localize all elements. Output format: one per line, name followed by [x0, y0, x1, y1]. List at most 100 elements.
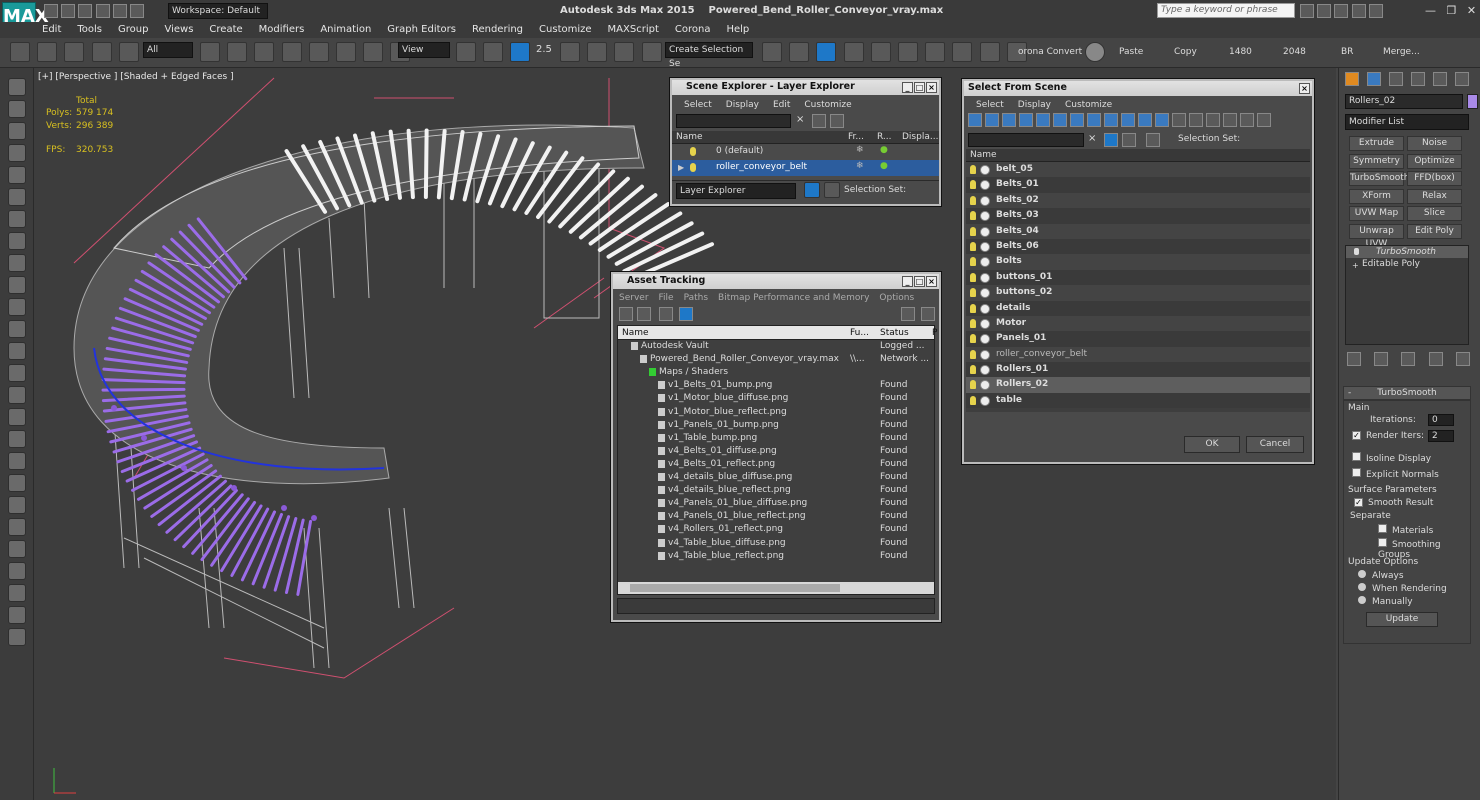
redo-icon[interactable] — [37, 42, 58, 62]
curve-editor-icon[interactable] — [870, 42, 891, 62]
schematic-view-icon[interactable] — [897, 42, 918, 62]
object-list-item[interactable]: Motor — [966, 315, 1310, 332]
asset-row[interactable]: Autodesk Vault Logged ... — [618, 340, 934, 353]
scale-icon[interactable] — [363, 42, 384, 62]
render-sphere-icon[interactable] — [8, 562, 26, 580]
modifier-list-dropdown[interactable]: Modifier List — [1345, 114, 1469, 130]
find-icon[interactable] — [812, 114, 826, 128]
materials-checkbox[interactable] — [1378, 524, 1387, 533]
asset-row[interactable]: v4_Panels_01_blue_diffuse.png Found — [618, 497, 934, 510]
modifier-button-optimize[interactable]: Optimize — [1407, 153, 1462, 169]
show-end-result-icon[interactable] — [1374, 352, 1389, 366]
object-list-item[interactable]: Belts_06 — [966, 238, 1310, 255]
filter-all-icon[interactable] — [1172, 113, 1186, 127]
helmet-icon[interactable] — [8, 210, 26, 228]
maximize-icon[interactable]: □ — [914, 276, 925, 287]
disc-icon[interactable] — [8, 386, 26, 404]
cancel-button[interactable]: Cancel — [1246, 436, 1304, 453]
texture-icon[interactable] — [8, 540, 26, 558]
asset-row[interactable]: v1_Belts_01_bump.png Found — [618, 379, 934, 392]
object-list-item[interactable]: details — [966, 300, 1310, 316]
display-tab-icon[interactable] — [1433, 72, 1447, 86]
sfs-menu-customize[interactable]: Customize — [1065, 100, 1112, 110]
asset-row[interactable]: v4_Table_blue_diffuse.png Found — [618, 537, 934, 550]
height-value[interactable]: 2048 — [1283, 47, 1306, 57]
light-bulb-icon[interactable] — [1354, 248, 1359, 255]
move-icon[interactable] — [308, 42, 329, 62]
sfs-search-input[interactable] — [968, 133, 1084, 147]
mirror-icon[interactable] — [762, 42, 782, 62]
light-bulb-icon[interactable] — [8, 166, 26, 184]
bind-space-warp-icon[interactable] — [118, 42, 139, 62]
help-icon[interactable] — [8, 628, 26, 646]
highlight-icon[interactable] — [921, 307, 935, 321]
filter-lights-icon[interactable] — [1002, 113, 1016, 127]
teapot-icon[interactable]: ● — [880, 145, 888, 155]
table-view-icon[interactable] — [679, 307, 693, 321]
light-bulb-icon[interactable] — [970, 241, 976, 251]
measure-icon[interactable] — [8, 452, 26, 470]
horizontal-scrollbar[interactable] — [618, 582, 934, 594]
select-from-scene-titlebar[interactable]: Select From Scene × — [964, 81, 1312, 96]
filter-none-icon[interactable] — [1189, 113, 1203, 127]
close-icon[interactable]: × — [1299, 83, 1310, 94]
select-object-icon[interactable] — [200, 42, 220, 62]
filter-containers-icon[interactable] — [1121, 113, 1135, 127]
object-color-swatch[interactable] — [1467, 94, 1478, 109]
selection-region-icon[interactable] — [254, 42, 275, 62]
asset-row[interactable]: v4_Table_blue_reflect.png Found — [618, 550, 934, 563]
asset-row[interactable]: v4_Panels_01_blue_reflect.png Found — [618, 510, 934, 523]
menu-item-tools[interactable]: Tools — [77, 24, 102, 35]
asset-row[interactable]: v1_Motor_blue_diffuse.png Found — [618, 392, 934, 405]
light-bulb-icon[interactable] — [970, 272, 976, 282]
edit-named-selection-icon[interactable] — [641, 42, 662, 62]
clear-search-icon[interactable]: × — [796, 114, 804, 125]
configure-sets-icon[interactable] — [1455, 352, 1470, 366]
at-menu-item[interactable]: Bitmap Performance and Memory — [718, 293, 869, 303]
list-icon[interactable] — [637, 307, 651, 321]
bush-icon[interactable] — [8, 320, 26, 338]
spinner-snap-icon[interactable] — [614, 42, 635, 62]
menu-item-rendering[interactable]: Rendering — [472, 24, 523, 35]
asset-row[interactable]: v1_Motor_blue_reflect.png Found — [618, 406, 934, 419]
select-manipulate-icon[interactable] — [483, 42, 504, 62]
paste-button[interactable]: Paste — [1119, 47, 1143, 57]
scrollbar-thumb[interactable] — [630, 584, 840, 592]
se-menu-edit[interactable]: Edit — [773, 100, 790, 110]
settings-icon[interactable] — [8, 474, 26, 492]
always-radio[interactable] — [1358, 570, 1366, 578]
light-bulb-icon[interactable] — [970, 257, 976, 267]
menu-item-graph-editors[interactable]: Graph Editors — [387, 24, 456, 35]
manually-radio[interactable] — [1358, 596, 1366, 604]
object-list-item[interactable]: table — [966, 392, 1310, 409]
update-button[interactable]: Update — [1366, 612, 1438, 627]
asset-row[interactable]: v4_Belts_01_diffuse.png Found — [618, 445, 934, 458]
col-freeze[interactable]: Fr... — [848, 131, 864, 143]
asset-tracking-titlebar[interactable]: Asset Tracking _ □ × — [613, 274, 939, 289]
filter-geometry-icon[interactable] — [968, 113, 982, 127]
refresh-icon[interactable] — [619, 307, 633, 321]
transform-icon[interactable] — [8, 188, 26, 206]
light-bulb-icon[interactable] — [970, 165, 976, 174]
grid-icon[interactable] — [8, 144, 26, 162]
menu-item-corona[interactable]: Corona — [675, 24, 711, 35]
filter-space-warps-icon[interactable] — [1053, 113, 1067, 127]
light-bulb-icon[interactable] — [970, 226, 976, 236]
explicit-normals-checkbox[interactable] — [1352, 468, 1361, 477]
redo-icon[interactable] — [112, 4, 127, 18]
at-menu-item[interactable]: Paths — [684, 293, 708, 303]
object-list-item[interactable]: Belts_02 — [966, 192, 1310, 209]
script-icon[interactable] — [8, 584, 26, 602]
rendered-frame-icon[interactable] — [979, 42, 1000, 62]
smoothing-groups-checkbox[interactable] — [1378, 538, 1387, 547]
modifier-button-ffd-box-[interactable]: FFD(box) — [1407, 171, 1462, 186]
object-list-item[interactable]: Rollers_01 — [966, 362, 1310, 378]
filter-hidden-icon[interactable] — [1155, 113, 1169, 127]
menu-item-animation[interactable]: Animation — [320, 24, 371, 35]
col-display[interactable]: Displa... — [902, 131, 938, 143]
cone-icon[interactable] — [8, 342, 26, 360]
hemisphere-icon[interactable] — [8, 276, 26, 294]
teapot-icon[interactable]: ● — [880, 161, 888, 171]
sun-icon[interactable] — [8, 364, 26, 382]
expand-icon[interactable]: ▶ — [678, 163, 684, 172]
